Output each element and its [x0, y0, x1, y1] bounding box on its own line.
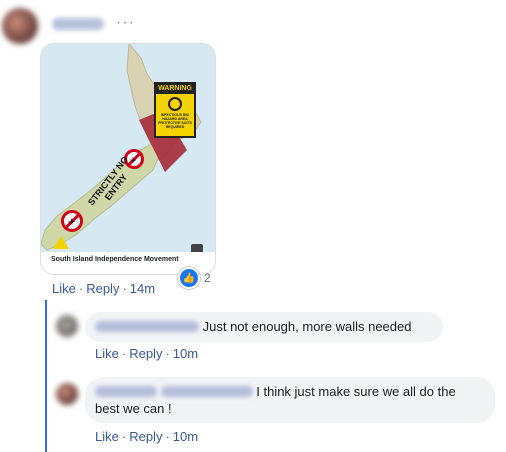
- author-avatar[interactable]: [2, 8, 38, 44]
- like-link[interactable]: Like: [95, 346, 119, 361]
- comment-line-1: I think just make sure we all do the: [95, 383, 485, 400]
- comment-text: Just not enough, more walls needed: [202, 319, 412, 334]
- author-name[interactable]: [52, 18, 104, 30]
- hazard-triangle-icon: [53, 236, 69, 249]
- reply-link[interactable]: Reply: [129, 346, 162, 361]
- warning-subtext: INFECTIOUS BIO HAZARD AREA PROTECTIVE SU…: [158, 113, 192, 129]
- comment-actions: Like · Reply · 10m: [95, 429, 198, 444]
- thumbs-up-icon: 👍: [178, 267, 200, 289]
- more-options-icon[interactable]: ···: [116, 14, 135, 32]
- no-plane-sign-icon: ✈: [61, 210, 83, 232]
- timestamp[interactable]: 10m: [173, 429, 198, 444]
- reply-thread-line: [45, 300, 47, 452]
- like-link[interactable]: Like: [52, 281, 76, 296]
- separator: ·: [122, 281, 127, 296]
- reaction-count: 2: [204, 271, 211, 285]
- reply-link[interactable]: Reply: [129, 429, 162, 444]
- biohazard-icon: [168, 97, 182, 111]
- timestamp[interactable]: 10m: [173, 346, 198, 361]
- commenter-name[interactable]: [95, 321, 199, 332]
- separator: ·: [121, 429, 127, 444]
- comment-actions: Like · Reply · 10m: [95, 346, 198, 361]
- separator: ·: [121, 346, 127, 361]
- like-link[interactable]: Like: [95, 429, 119, 444]
- separator: ·: [165, 429, 170, 444]
- comment-bubble: Just not enough, more walls needed: [85, 312, 443, 342]
- commenter-avatar[interactable]: [56, 315, 78, 337]
- reply-link[interactable]: Reply: [86, 281, 119, 296]
- commenter-name[interactable]: [95, 386, 157, 397]
- post-actions: Like · Reply · 14m: [52, 281, 155, 296]
- comment-text-line-1: I think just make sure we all do the: [256, 384, 456, 399]
- reactions-summary[interactable]: 👍 2: [178, 267, 211, 289]
- warning-label: WARNING: [156, 84, 194, 94]
- comment-text-line-2: best we can !: [95, 401, 172, 416]
- timestamp[interactable]: 14m: [130, 281, 155, 296]
- post-image[interactable]: WARNING INFECTIOUS BIO HAZARD AREA PROTE…: [40, 43, 216, 275]
- mentioned-user[interactable]: [160, 386, 253, 397]
- commenter-avatar[interactable]: [56, 383, 78, 405]
- warning-sign: WARNING INFECTIOUS BIO HAZARD AREA PROTE…: [154, 82, 196, 138]
- separator: ·: [78, 281, 84, 296]
- comment-bubble: I think just make sure we all do the bes…: [85, 377, 495, 423]
- separator: ·: [165, 346, 170, 361]
